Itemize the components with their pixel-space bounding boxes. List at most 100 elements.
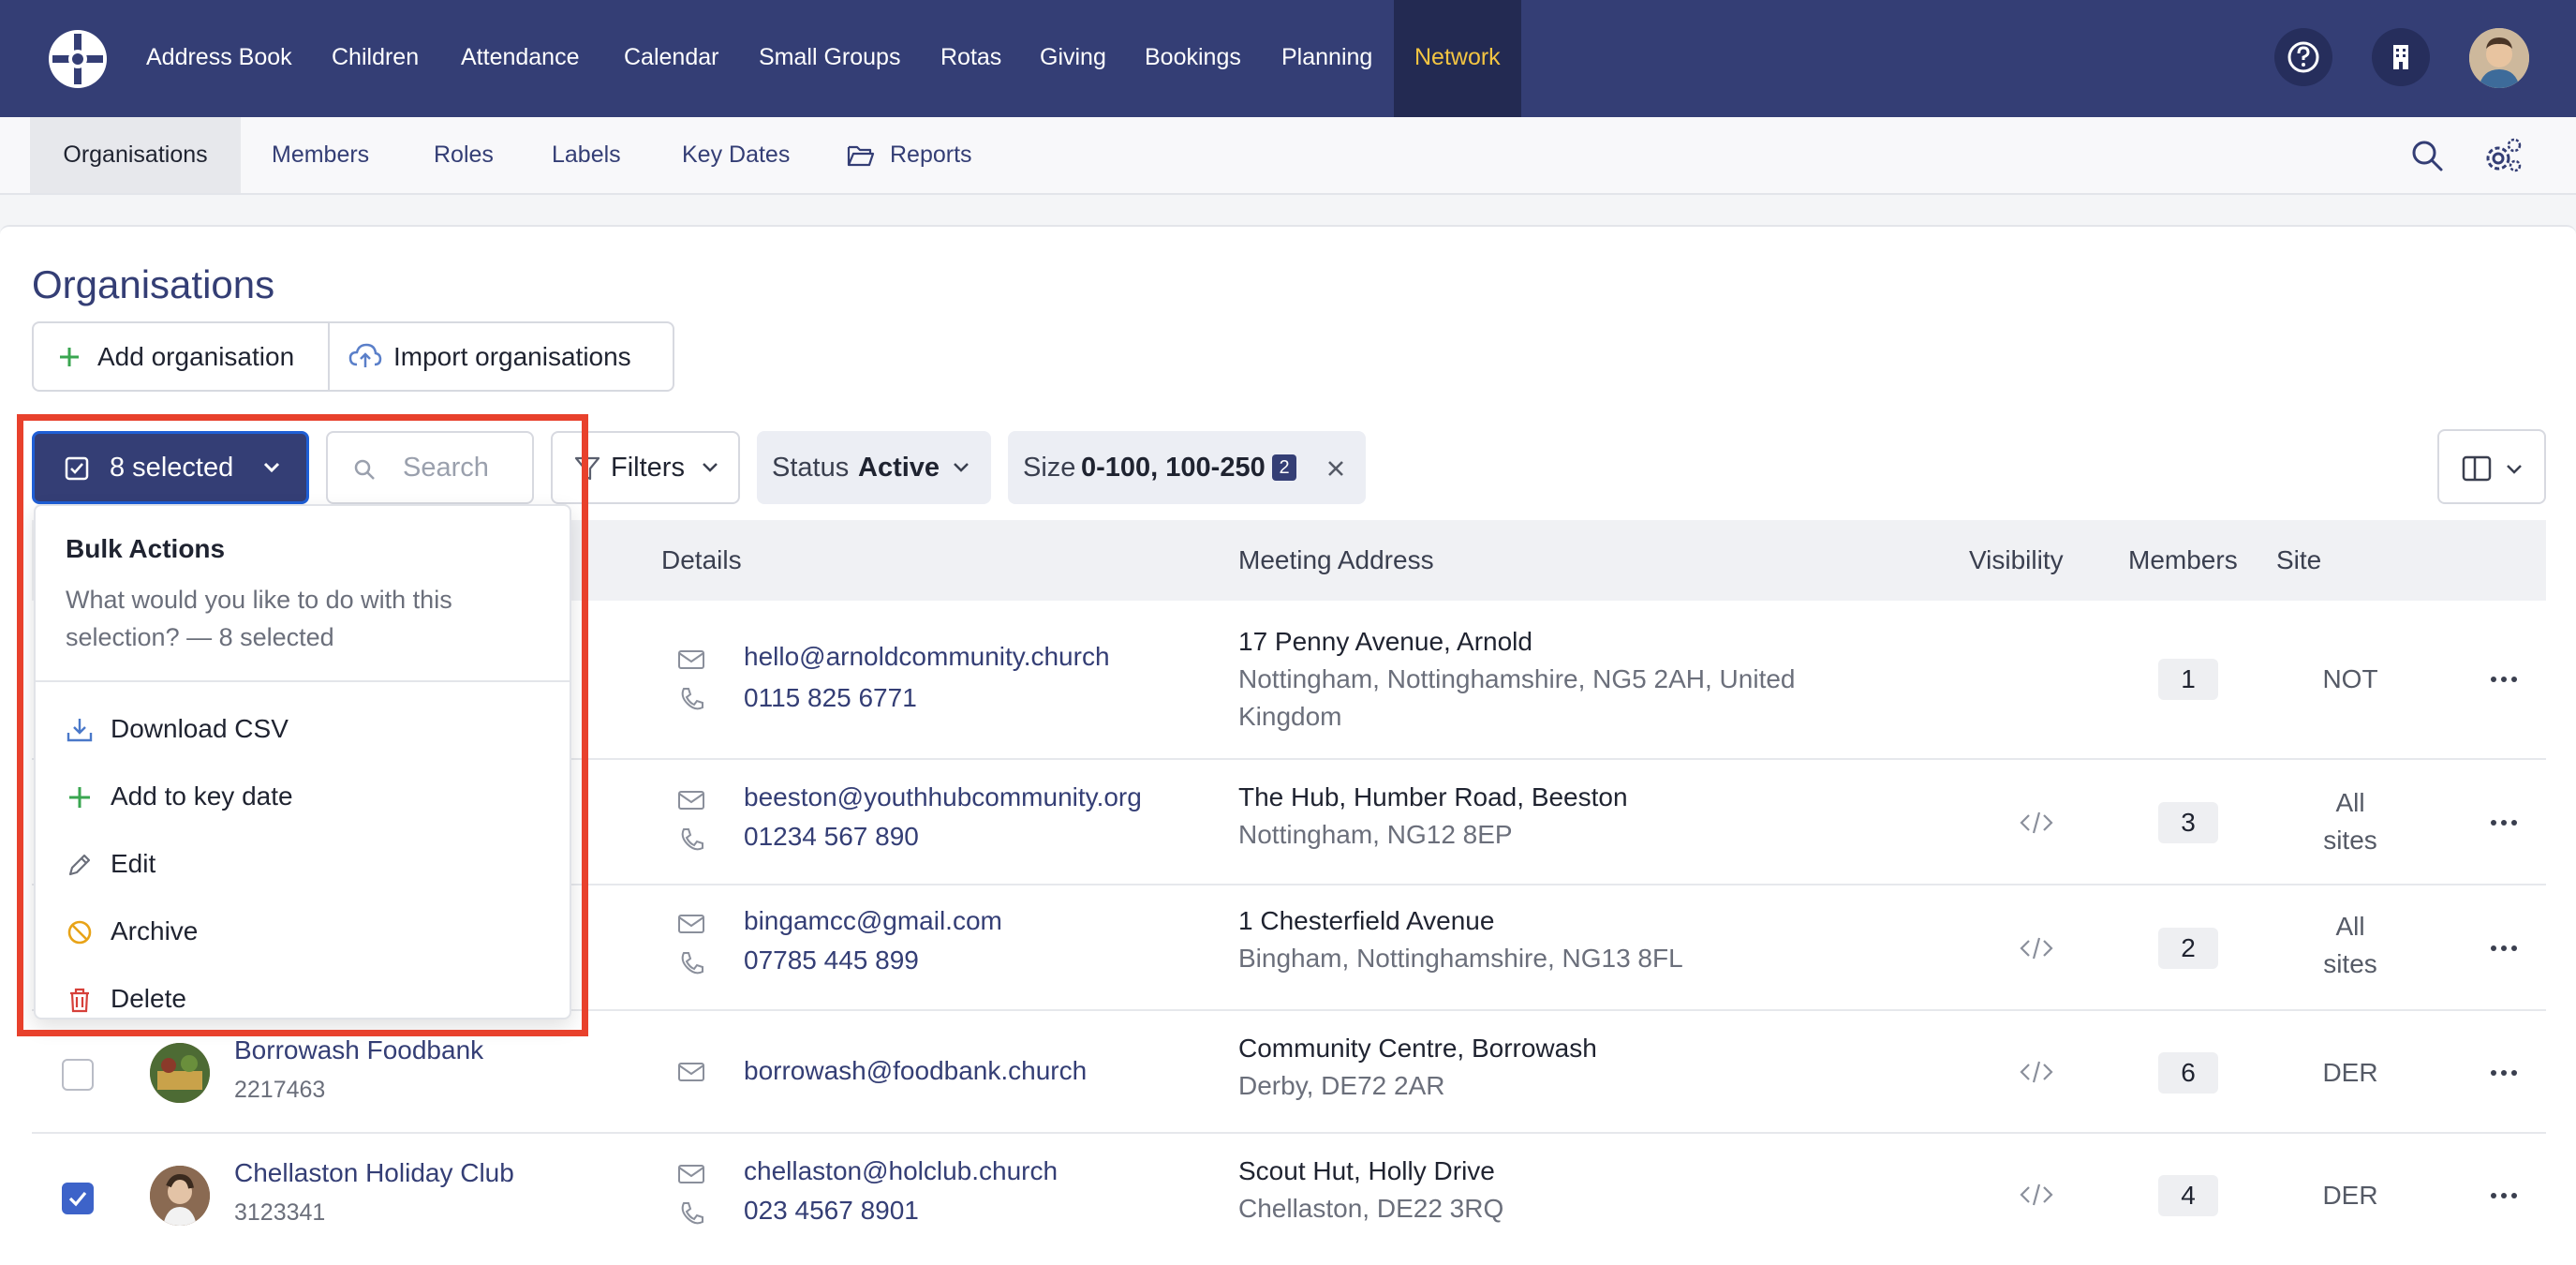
tab-reports[interactable]: Reports: [890, 117, 972, 193]
organisation-id: 2217463: [234, 1077, 326, 1103]
code-embed-icon[interactable]: [2018, 1058, 2055, 1086]
nav-network[interactable]: Network: [1394, 0, 1521, 117]
plus-icon: [60, 348, 79, 366]
logo-icon[interactable]: [47, 28, 109, 90]
tab-organisations[interactable]: Organisations: [30, 117, 241, 193]
cloud-upload-icon: [348, 343, 382, 367]
column-header-visibility[interactable]: Visibility: [1969, 520, 2064, 601]
members-count: 4: [2158, 1175, 2218, 1216]
add-organisation-button[interactable]: Add organisation: [34, 323, 330, 390]
search-icon[interactable]: [2409, 138, 2445, 173]
members-count: 2: [2158, 928, 2218, 969]
chevron-down-icon: [2507, 465, 2522, 474]
more-options-icon[interactable]: [2480, 930, 2527, 967]
phone-link[interactable]: 0115 825 6771: [744, 683, 917, 713]
close-icon[interactable]: [1326, 459, 1345, 478]
phone-icon: [681, 952, 703, 975]
code-embed-icon[interactable]: [2018, 1181, 2055, 1209]
site-label: All: [2335, 912, 2365, 941]
address-line1: Community Centre, Borrowash: [1238, 1034, 1597, 1063]
code-embed-icon[interactable]: [2018, 809, 2055, 837]
phone-link[interactable]: 023 4567 8901: [744, 1196, 919, 1226]
row-checkbox[interactable]: [62, 1059, 94, 1091]
highlight-annotation-box: [17, 414, 588, 1036]
column-header-details[interactable]: Details: [661, 520, 742, 601]
page-title: Organisations: [32, 262, 275, 306]
address-line1: 1 Chesterfield Avenue: [1238, 906, 1495, 935]
settings-gears-icon[interactable]: [2482, 136, 2524, 175]
phone-icon: [681, 688, 703, 710]
nav-attendance[interactable]: Attendance: [461, 0, 580, 117]
nav-rotas[interactable]: Rotas: [940, 0, 1001, 117]
sub-navigation: Organisations Members Roles Labels Key D…: [0, 117, 2576, 195]
nav-address-book[interactable]: Address Book: [146, 0, 292, 117]
column-header-site[interactable]: Site: [2276, 520, 2321, 601]
phone-icon: [681, 828, 703, 851]
envelope-icon: [678, 650, 704, 669]
nav-planning[interactable]: Planning: [1281, 0, 1372, 117]
status-filter-chip[interactable]: Status Active: [757, 431, 991, 504]
columns-layout-icon: [2462, 455, 2492, 482]
members-count: 6: [2158, 1052, 2218, 1094]
code-embed-icon[interactable]: [2018, 934, 2055, 962]
nav-bookings[interactable]: Bookings: [1145, 0, 1241, 117]
email-link[interactable]: chellaston@holclub.church: [744, 1156, 1058, 1186]
site-label: DER: [2322, 1181, 2378, 1210]
members-count: 3: [2158, 802, 2218, 843]
site-label: DER: [2322, 1058, 2378, 1087]
address-line1: Scout Hut, Holly Drive: [1238, 1156, 1495, 1185]
address-line2: Derby, DE72 2AR: [1238, 1071, 1445, 1100]
organisation-switcher-button[interactable]: [2372, 28, 2430, 86]
column-header-members[interactable]: Members: [2128, 520, 2238, 601]
tab-roles[interactable]: Roles: [434, 117, 494, 193]
organisation-name-link[interactable]: Borrowash Foodbank: [234, 1035, 483, 1065]
more-options-icon[interactable]: [2480, 661, 2527, 698]
organisation-id: 3123341: [234, 1199, 326, 1226]
more-options-icon[interactable]: [2480, 804, 2527, 841]
column-header-meeting-address[interactable]: Meeting Address: [1238, 520, 1434, 601]
envelope-icon: [678, 1063, 704, 1081]
email-link[interactable]: hello@arnoldcommunity.church: [744, 642, 1110, 672]
phone-link[interactable]: 01234 567 890: [744, 822, 919, 852]
chevron-down-icon: [703, 463, 718, 472]
question-circle-icon: [2287, 41, 2319, 73]
address-line3: Kingdom: [1238, 702, 1342, 731]
phone-icon: [681, 1202, 703, 1225]
nav-giving[interactable]: Giving: [1040, 0, 1106, 117]
envelope-icon: [678, 915, 704, 933]
help-button[interactable]: [2274, 28, 2332, 86]
tab-labels[interactable]: Labels: [552, 117, 621, 193]
organisation-name-link[interactable]: Chellaston Holiday Club: [234, 1158, 514, 1188]
more-options-icon[interactable]: [2480, 1177, 2527, 1214]
tab-key-dates[interactable]: Key Dates: [682, 117, 790, 193]
envelope-icon: [678, 791, 704, 810]
address-line2: Nottingham, Nottinghamshire, NG5 2AH, Un…: [1238, 664, 1796, 693]
members-count: 1: [2158, 659, 2218, 700]
email-link[interactable]: borrowash@foodbank.church: [744, 1056, 1087, 1086]
tab-members[interactable]: Members: [272, 117, 369, 193]
import-organisations-button[interactable]: Import organisations: [330, 323, 673, 390]
phone-link[interactable]: 07785 445 899: [744, 945, 919, 975]
site-label: All: [2335, 788, 2365, 817]
size-filter-chip[interactable]: Size 0-100, 100-250 2: [1008, 431, 1366, 504]
size-filter-count-badge: 2: [1272, 454, 1296, 481]
table-row[interactable]: Chellaston Holiday Club 3123341 chellast…: [32, 1134, 2546, 1265]
more-options-icon[interactable]: [2480, 1054, 2527, 1092]
nav-small-groups[interactable]: Small Groups: [759, 0, 900, 117]
columns-toggle-button[interactable]: [2437, 429, 2546, 504]
email-link[interactable]: beeston@youthhubcommunity.org: [744, 782, 1142, 812]
address-line1: The Hub, Humber Road, Beeston: [1238, 782, 1628, 811]
organisation-avatar: [150, 1166, 210, 1226]
row-checkbox[interactable]: [62, 1183, 94, 1214]
action-button-group: Add organisation Import organisations: [32, 321, 674, 392]
address-line2: Chellaston, DE22 3RQ: [1238, 1194, 1504, 1223]
user-avatar[interactable]: [2469, 28, 2529, 88]
email-link[interactable]: bingamcc@gmail.com: [744, 906, 1002, 936]
building-icon: [2393, 45, 2408, 69]
envelope-icon: [678, 1165, 704, 1183]
checkmark-icon: [68, 1191, 87, 1207]
site-label-line2: sites: [2323, 949, 2377, 978]
site-label: NOT: [2322, 664, 2378, 693]
nav-children[interactable]: Children: [332, 0, 419, 117]
nav-calendar[interactable]: Calendar: [624, 0, 718, 117]
